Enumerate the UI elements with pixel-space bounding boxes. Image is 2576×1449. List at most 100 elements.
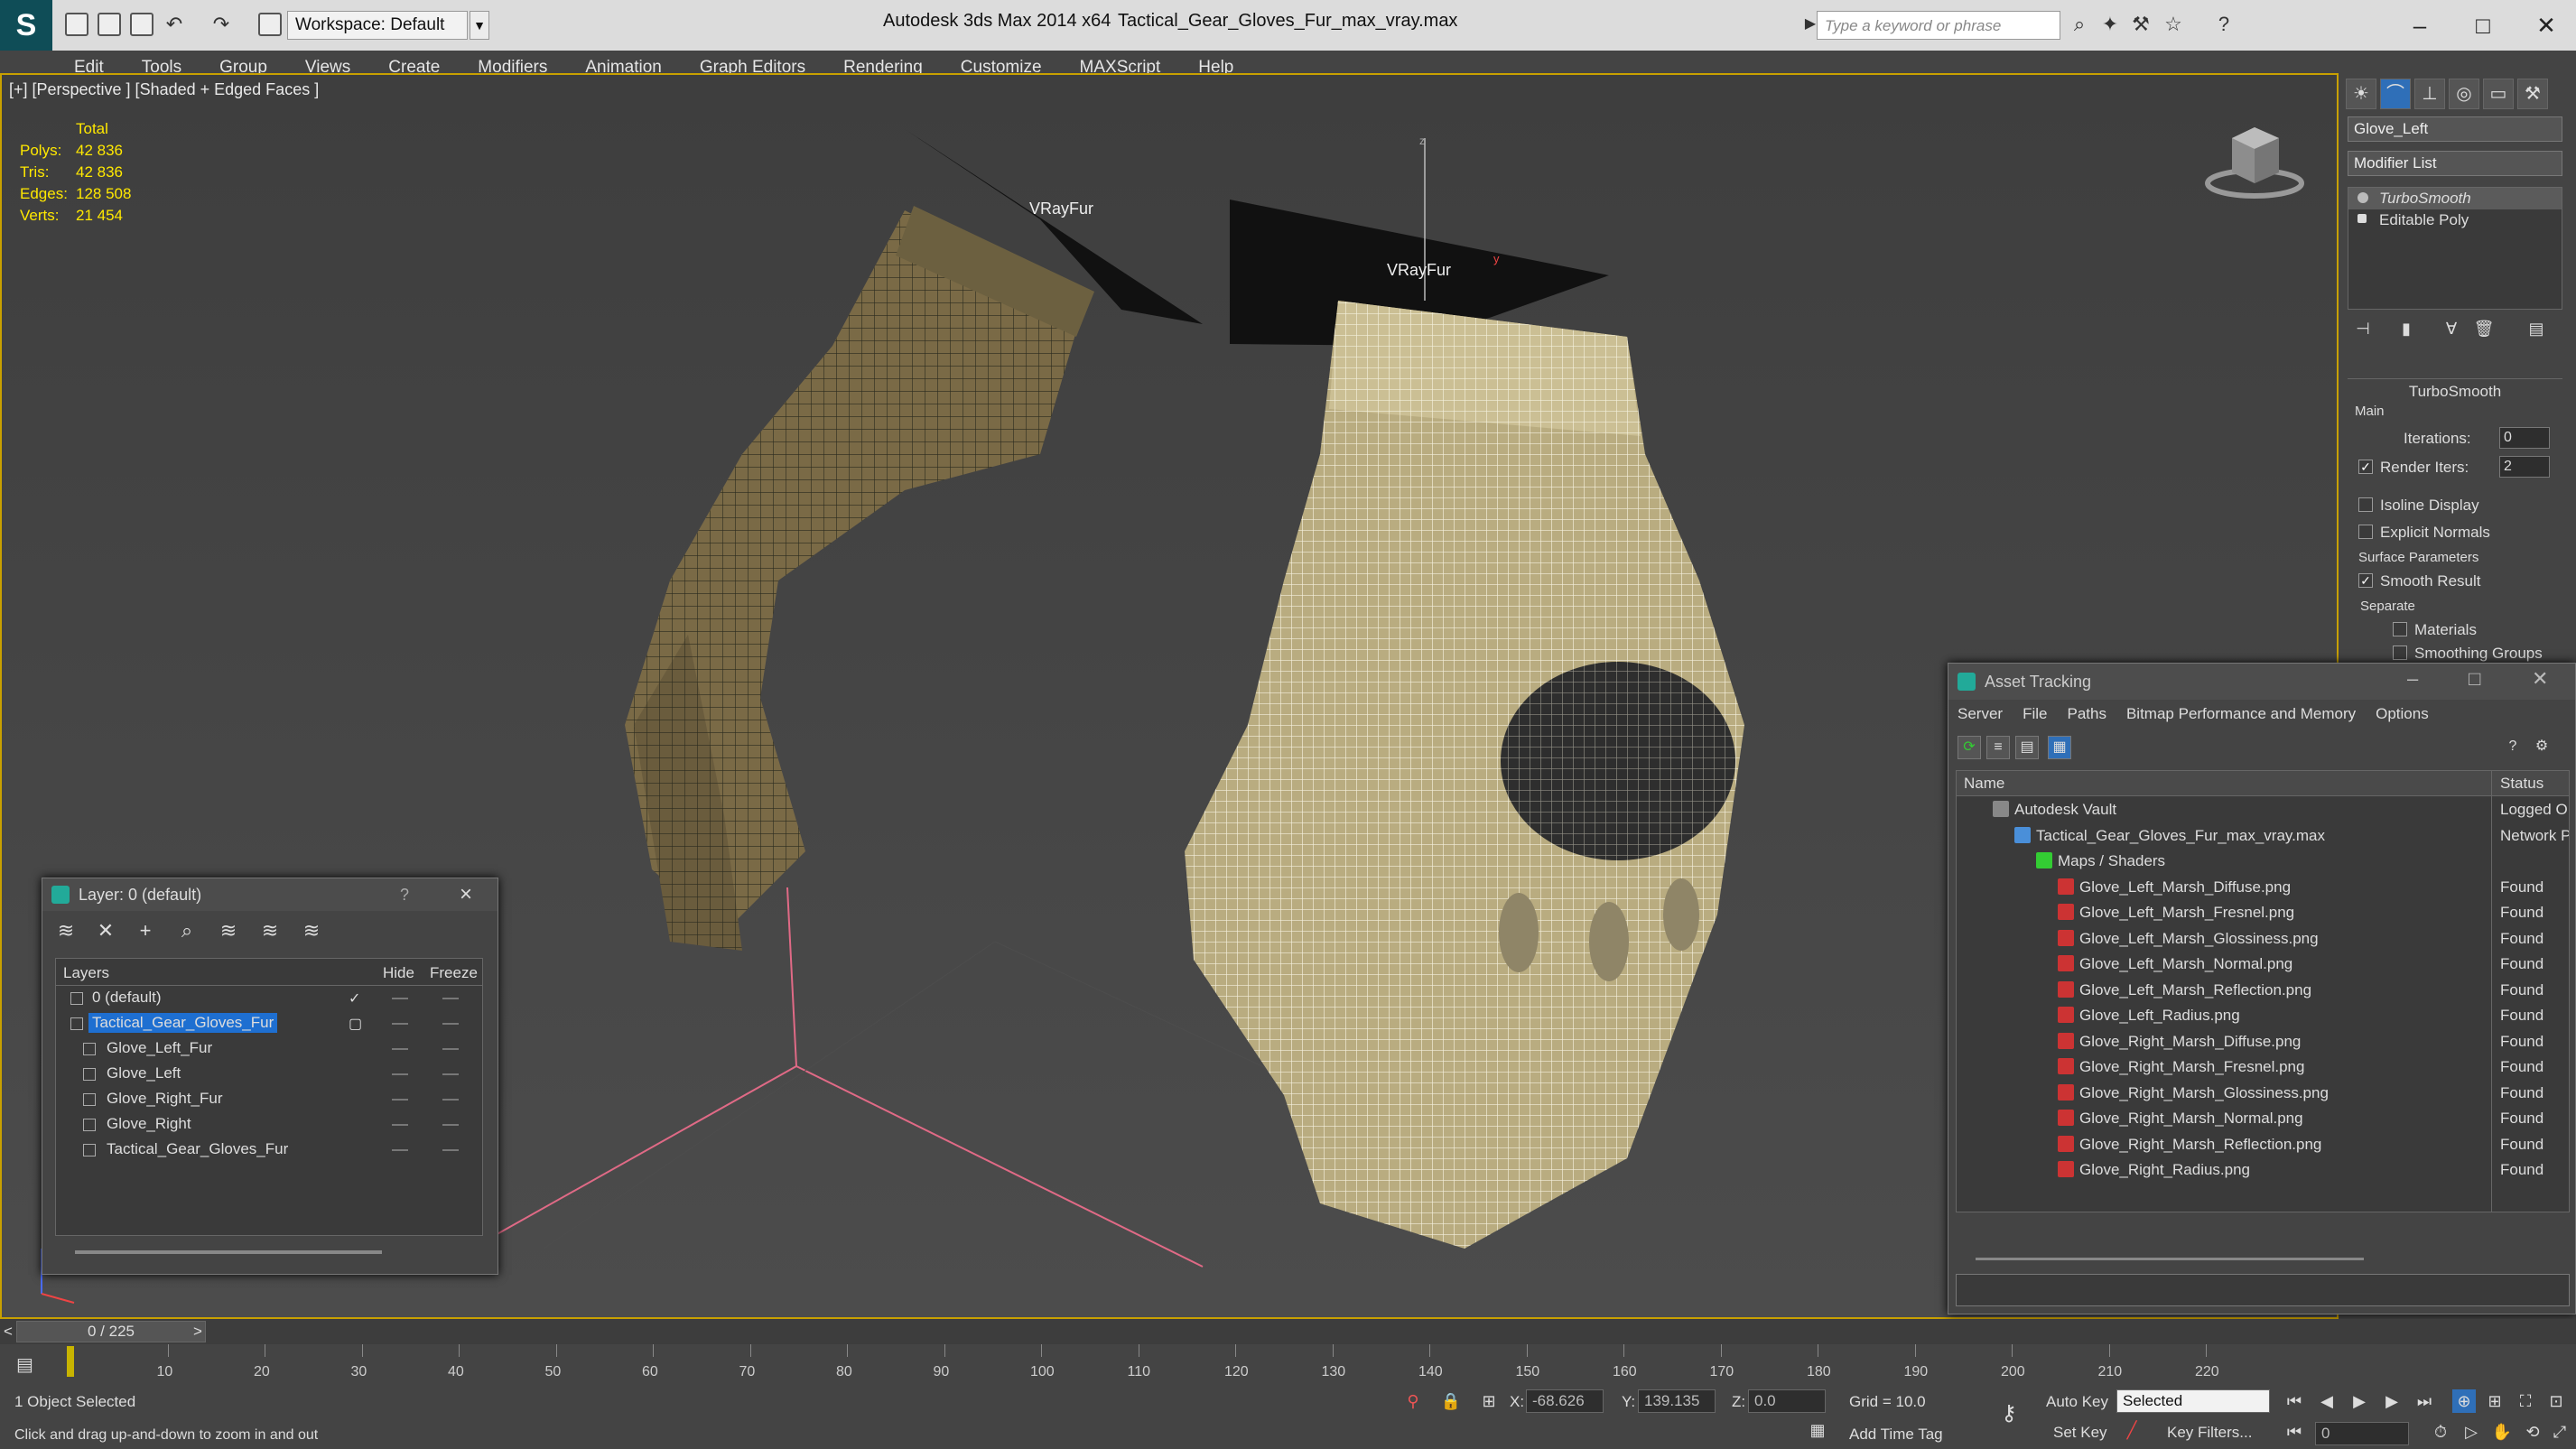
hide-toggle[interactable]	[392, 1099, 408, 1101]
layer-row-label[interactable]: 0 (default)	[88, 988, 165, 1008]
layer-row[interactable]: 0 (default) ✓	[56, 986, 482, 1011]
binoculars-icon[interactable]: ⌕	[2068, 13, 2091, 36]
freeze-toggle[interactable]	[442, 1099, 459, 1101]
slider-next-icon[interactable]: >	[193, 1323, 202, 1341]
maximize-icon[interactable]: □	[2469, 667, 2480, 691]
hide-toggle[interactable]	[392, 1048, 408, 1050]
table-view-icon[interactable]: ▦	[2048, 736, 2071, 759]
set-current-layer-icon[interactable]: ▢	[349, 1015, 362, 1033]
help-icon[interactable]: ?	[2212, 13, 2236, 36]
asset-menu-bitmap-performance-and-memory[interactable]: Bitmap Performance and Memory	[2126, 705, 2356, 723]
asset-row[interactable]: Glove_Right_Radius.png Found	[1957, 1156, 2569, 1183]
layer-row-label[interactable]: Glove_Right_Fur	[103, 1089, 227, 1109]
asset-row[interactable]: Glove_Left_Marsh_Diffuse.png Found	[1957, 874, 2569, 900]
motion-tab-icon[interactable]: ◎	[2449, 79, 2479, 109]
maximize-viewport-icon[interactable]: ⤢	[2548, 1420, 2571, 1444]
freeze-toggle[interactable]	[442, 1149, 459, 1151]
field-of-view-icon[interactable]: ▷	[2460, 1420, 2483, 1444]
asset-row[interactable]: Glove_Right_Marsh_Glossiness.png Found	[1957, 1080, 2569, 1106]
column-freeze[interactable]: Freeze	[430, 964, 478, 982]
settings-icon[interactable]: ⚙	[2530, 736, 2553, 759]
zoom-extents-all-icon[interactable]: ⊡	[2544, 1389, 2568, 1413]
light-bulb-icon[interactable]	[2357, 192, 2368, 203]
column-hide[interactable]: Hide	[383, 964, 414, 982]
freeze-toggle[interactable]	[442, 1048, 459, 1050]
key-mode-icon[interactable]: ╱	[2120, 1418, 2144, 1442]
rollout-title[interactable]: TurboSmooth	[2348, 378, 2562, 401]
zoom-all-icon[interactable]: ⊞	[2483, 1389, 2506, 1413]
layer-dialog-titlebar[interactable]: Layer: 0 (default) ? ×	[42, 878, 498, 911]
help-icon[interactable]: ?	[2501, 736, 2525, 759]
layer-row-label[interactable]: Glove_Left_Fur	[103, 1038, 216, 1058]
minimize-icon[interactable]: –	[2402, 7, 2438, 43]
asset-row[interactable]: Glove_Left_Marsh_Glossiness.png Found	[1957, 925, 2569, 952]
go-to-start-icon[interactable]: ⏮	[2283, 1389, 2306, 1413]
redo-icon[interactable]: ↷	[209, 13, 233, 36]
glove-left-mesh[interactable]	[625, 206, 1094, 951]
hierarchy-tab-icon[interactable]: ⊥	[2414, 79, 2445, 109]
horizontal-scrollbar[interactable]	[1976, 1258, 2364, 1260]
asset-row[interactable]: Glove_Right_Marsh_Fresnel.png Found	[1957, 1054, 2569, 1080]
close-icon[interactable]: ×	[460, 882, 472, 907]
pin-stack-icon[interactable]: ⊣	[2351, 317, 2375, 340]
asset-menu-options[interactable]: Options	[2376, 705, 2429, 723]
maximize-icon[interactable]: □	[2465, 7, 2501, 43]
layer-row-label[interactable]: Glove_Left	[103, 1064, 184, 1083]
slider-prev-icon[interactable]: <	[4, 1323, 13, 1341]
asset-row[interactable]: Glove_Right_Marsh_Reflection.png Found	[1957, 1131, 2569, 1157]
hide-toggle[interactable]	[392, 998, 408, 999]
asset-menu-file[interactable]: File	[2023, 705, 2047, 723]
help-icon[interactable]: ?	[400, 886, 409, 905]
zoom-icon[interactable]: ⊕	[2452, 1389, 2476, 1413]
render-iters-spinner[interactable]: 2	[2499, 456, 2550, 478]
y-coordinate-field[interactable]: 139.135	[1638, 1389, 1716, 1413]
minimize-icon[interactable]: –	[2407, 667, 2418, 691]
list-view-icon[interactable]: ≡	[1986, 736, 2010, 759]
stack-item-editable-poly[interactable]: Editable Poly	[2348, 209, 2562, 231]
make-unique-icon[interactable]: ∀	[2440, 317, 2463, 340]
add-to-layer-icon[interactable]: +	[133, 918, 158, 943]
viewcube-icon[interactable]	[2205, 120, 2304, 201]
time-tag-icon[interactable]: ▦	[1806, 1418, 1829, 1442]
absolute-mode-icon[interactable]: ⊞	[1477, 1389, 1501, 1413]
time-slider[interactable]: < 0 / 225 >	[0, 1319, 2576, 1344]
key-mode-toggle-icon[interactable]: ⏮	[2283, 1420, 2306, 1444]
asset-row[interactable]: Glove_Left_Marsh_Reflection.png Found	[1957, 977, 2569, 1003]
current-layer-check-icon[interactable]: ✓	[349, 989, 360, 1008]
asset-menu-server[interactable]: Server	[1958, 705, 2003, 723]
freeze-toggle[interactable]	[442, 1023, 459, 1025]
asset-row[interactable]: Maps / Shaders	[1957, 848, 2569, 874]
selection-lock-icon[interactable]: 🔒	[1439, 1389, 1463, 1413]
hide-toggle[interactable]	[392, 1149, 408, 1151]
layer-manager-dialog[interactable]: Layer: 0 (default) ? × ≋ ✕ + ⌕ ≋ ≋ ≋ Lay…	[42, 878, 498, 1275]
auto-key-button[interactable]: Auto Key	[2046, 1393, 2108, 1411]
refresh-icon[interactable]: ⟳	[1958, 736, 1981, 759]
freeze-all-layers-icon[interactable]: ≋	[299, 918, 324, 943]
object-row[interactable]: Glove_Left	[56, 1062, 482, 1087]
workspace-dropdown[interactable]: Workspace: Default	[287, 11, 468, 40]
asset-tracking-dialog[interactable]: Asset Tracking – □ ✕ Server File Paths Bitm…	[1948, 663, 2576, 1314]
smoothing-groups-checkbox[interactable]	[2393, 646, 2407, 660]
mini-curve-editor-icon[interactable]: ▤	[16, 1353, 33, 1376]
render-iters-checkbox[interactable]: ✓	[2358, 460, 2373, 474]
horizontal-scrollbar[interactable]	[75, 1250, 382, 1254]
search-input[interactable]: Type a keyword or phrase	[1817, 11, 2060, 40]
iterations-spinner[interactable]: 0	[2499, 427, 2550, 449]
layer-row-label[interactable]: Tactical_Gear_Gloves_Fur	[88, 1013, 278, 1033]
hide-toggle[interactable]	[392, 1023, 408, 1025]
previous-frame-icon[interactable]: ◀	[2315, 1389, 2339, 1413]
close-icon[interactable]: ✕	[2532, 667, 2548, 691]
isolate-selection-icon[interactable]: ⚲	[1401, 1389, 1425, 1413]
z-coordinate-field[interactable]: 0.0	[1748, 1389, 1826, 1413]
object-row[interactable]: Glove_Right_Fur	[56, 1087, 482, 1112]
freeze-toggle[interactable]	[442, 1124, 459, 1126]
object-row[interactable]: Tactical_Gear_Gloves_Fur	[56, 1138, 482, 1163]
isoline-display-checkbox[interactable]	[2358, 497, 2373, 512]
asset-row[interactable]: Glove_Left_Radius.png Found	[1957, 1002, 2569, 1028]
track-bar[interactable]: ▤ 10 20 30 40 50 60 70 80 90 100 110 120 130 140 150 16…	[0, 1344, 2576, 1386]
asset-row[interactable]: Glove_Right_Marsh_Normal.png Found	[1957, 1105, 2569, 1131]
asset-row[interactable]: Glove_Left_Marsh_Fresnel.png Found	[1957, 899, 2569, 925]
selection-set-dropdown[interactable]: Selected	[2116, 1389, 2270, 1413]
hide-toggle[interactable]	[392, 1124, 408, 1126]
utilities-tab-icon[interactable]: ⚒	[2517, 79, 2548, 109]
